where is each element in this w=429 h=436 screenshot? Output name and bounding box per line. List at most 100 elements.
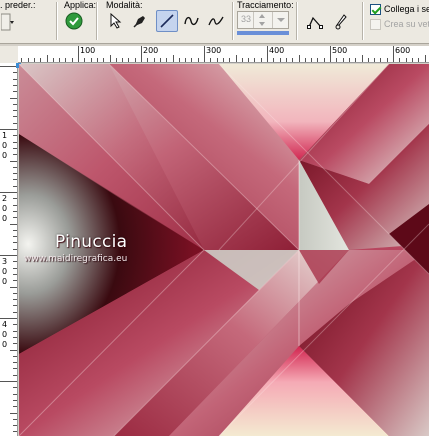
ruler-tick	[13, 418, 17, 420]
connect-segments-checkbox[interactable]	[370, 4, 381, 15]
ruler-tick	[380, 58, 382, 62]
ruler-label: 0	[2, 340, 8, 349]
preset-label: . preder.:	[0, 0, 36, 10]
ruler-tick	[13, 147, 17, 149]
ruler-label: 0	[2, 204, 8, 213]
ruler-corner	[0, 46, 18, 63]
ruler-tick	[65, 58, 67, 62]
ruler-tick	[348, 58, 350, 62]
ruler-tick	[103, 58, 105, 62]
ruler-tick	[260, 58, 262, 62]
checkmark-circle-icon[interactable]	[64, 11, 84, 31]
ruler-tick	[342, 58, 344, 62]
trace-stepper[interactable]: 33	[237, 11, 289, 29]
ruler-tick	[109, 55, 111, 62]
separator	[296, 2, 297, 40]
ruler-tick	[13, 362, 17, 364]
pen-nib-icon[interactable]	[130, 11, 150, 31]
ruler-tick	[13, 110, 17, 112]
ruler-label: 3	[2, 257, 8, 266]
ruler-tick	[13, 292, 17, 294]
ruler-tick	[298, 55, 300, 62]
ruler-tick	[418, 58, 420, 62]
spin-up-icon[interactable]	[259, 14, 265, 18]
node-edit-icon[interactable]	[305, 12, 325, 32]
ruler-tick	[13, 311, 17, 313]
ruler-tick	[424, 55, 426, 62]
trace-slider[interactable]	[237, 31, 289, 35]
ruler-tick	[241, 58, 243, 62]
ruler-tick	[254, 58, 256, 62]
ruler-tick	[134, 58, 136, 62]
ruler-tick	[311, 58, 313, 62]
ruler-tick	[166, 58, 168, 62]
ruler-tick	[59, 58, 61, 62]
ruler-tick	[13, 387, 17, 389]
ruler-tick	[13, 368, 17, 370]
ruler-tick	[185, 58, 187, 62]
ruler-tick	[10, 160, 17, 162]
ruler-tick	[336, 58, 338, 62]
freehand-icon[interactable]	[206, 11, 226, 31]
ruler-label: 100	[80, 46, 96, 55]
ruler-tick	[71, 58, 73, 62]
ruler-tick	[46, 55, 48, 62]
ruler-tick	[13, 179, 17, 181]
chevron-down-icon[interactable]	[272, 12, 288, 28]
ruler-tick	[78, 46, 79, 62]
ruler-label: 0	[2, 141, 8, 150]
ruler-tick	[13, 406, 17, 408]
separator	[56, 2, 57, 40]
ruler-tick	[13, 355, 17, 357]
connect-segments-label: Collega i se	[384, 4, 429, 14]
ruler-tick	[292, 58, 294, 62]
horizontal-ruler[interactable]: 100 200 300 400 500 600	[18, 46, 429, 63]
create-on-vector-checkbox[interactable]	[370, 19, 381, 30]
ruler-tick	[90, 58, 92, 62]
ruler-label: 0	[2, 330, 8, 339]
ruler-tick	[13, 141, 17, 143]
ruler-tick	[13, 305, 17, 307]
ruler-tick	[13, 78, 17, 80]
ruler-label: 400	[269, 46, 285, 55]
ruler-tick	[235, 55, 237, 62]
ruler-tick	[13, 91, 17, 93]
ruler-tick	[13, 299, 17, 301]
ruler-label: 1	[2, 131, 8, 140]
ruler-tick	[33, 58, 35, 62]
ruler-tick	[13, 248, 17, 250]
ruler-tick	[10, 286, 17, 288]
ruler-label: 500	[332, 46, 348, 55]
trace-label: Tracciamento:	[237, 0, 294, 10]
preset-dropdown[interactable]	[0, 12, 16, 34]
curve-icon[interactable]	[182, 11, 202, 31]
ruler-tick	[52, 58, 54, 62]
ruler-tick	[128, 58, 130, 62]
ruler-tick	[323, 58, 325, 62]
ruler-tick	[122, 58, 124, 62]
ruler-tick	[204, 46, 205, 62]
spin-down-icon[interactable]	[259, 22, 265, 26]
ruler-tick	[13, 273, 17, 275]
ruler-tick	[304, 58, 306, 62]
ruler-tick	[10, 349, 17, 351]
ruler-tick	[399, 58, 401, 62]
straight-line-icon[interactable]	[156, 10, 178, 32]
image-canvas[interactable]: Pinuccia www.maidiregrafica.eu	[19, 64, 429, 436]
ruler-tick	[210, 58, 212, 62]
ruler-label: 2	[2, 194, 8, 203]
ruler-tick	[27, 58, 29, 62]
ruler-tick	[13, 72, 17, 74]
ruler-tick	[13, 116, 17, 118]
ruler-tick	[13, 166, 17, 168]
ruler-tick	[361, 55, 363, 62]
ruler-tick	[374, 58, 376, 62]
ruler-tick	[13, 336, 17, 338]
spin-arrows[interactable]	[253, 12, 271, 28]
ruler-label: 200	[143, 46, 159, 55]
ruler-tick	[13, 103, 17, 105]
knife-icon[interactable]	[331, 12, 351, 32]
apply-label: Applica:	[64, 0, 97, 10]
arrow-pointer-icon[interactable]	[106, 11, 126, 31]
vertical-ruler[interactable]: 100200300400	[0, 63, 18, 436]
